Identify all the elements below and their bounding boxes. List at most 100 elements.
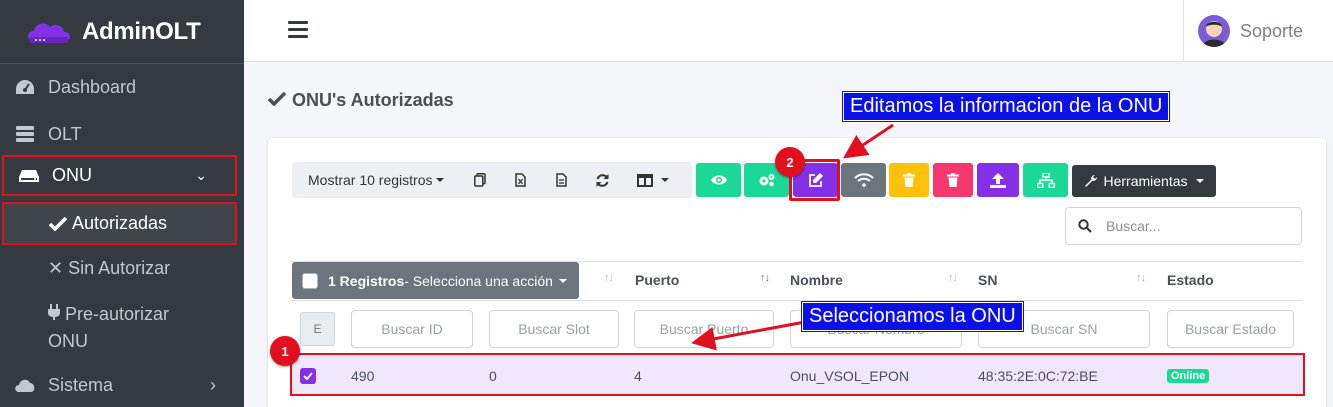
- wifi-button[interactable]: [841, 163, 886, 197]
- table-header-bottom-border: [292, 300, 1302, 301]
- user-name: Soporte: [1240, 20, 1304, 41]
- sidebar-subitem-sin-autorizar[interactable]: ✕ Sin Autorizar: [48, 258, 170, 279]
- times-icon: ✕: [48, 258, 64, 278]
- cell-slot: 0: [489, 368, 497, 384]
- sidebar-item-label: OLT: [48, 123, 82, 144]
- select-callout: Seleccionamos la ONU: [802, 302, 1023, 331]
- brand-name: AdminOLT: [82, 17, 201, 45]
- cogs-icon: [759, 174, 774, 187]
- select-all-checkbox[interactable]: [302, 272, 318, 289]
- sidebar-item-label: ONU: [52, 165, 92, 185]
- page-title: ONU's Autorizadas: [267, 90, 454, 111]
- step-2-marker: 2: [775, 147, 805, 177]
- sidebar-subitem-autorizadas[interactable]: Autorizadas: [2, 202, 237, 245]
- column-header-estado[interactable]: Estado: [1167, 272, 1214, 288]
- column-header-sn[interactable]: SN: [978, 272, 997, 288]
- chevron-right-icon: ›: [210, 374, 216, 395]
- sort-asc-icon[interactable]: ↑↓: [760, 272, 770, 284]
- check-icon: [267, 90, 287, 111]
- page-length-dropdown[interactable]: Mostrar 10 registros: [292, 172, 459, 188]
- sidebar-item-olt[interactable]: OLT: [0, 119, 244, 149]
- sort-icon[interactable]: ↑↓: [1136, 272, 1146, 284]
- cell-nombre: Onu_VSOL_EPON: [790, 368, 910, 384]
- column-header-nombre[interactable]: Nombre: [790, 272, 843, 288]
- sidebar-item-label: Sin Autorizar: [68, 258, 171, 278]
- status-badge: Online: [1167, 369, 1210, 383]
- excel-export-button[interactable]: [500, 162, 541, 198]
- sidebar-item-label: ONU: [48, 331, 88, 351]
- refresh-button[interactable]: [582, 162, 623, 198]
- user-menu[interactable]: Soporte: [1183, 0, 1333, 62]
- avatar: [1198, 15, 1230, 47]
- bulk-count: 1 Registros: [328, 272, 405, 289]
- server-icon: [12, 125, 38, 143]
- cell-sn: 48:35:2E:0C:72:BE: [978, 368, 1098, 384]
- delete-button-yellow[interactable]: [889, 163, 929, 197]
- column-header-puerto[interactable]: Puerto: [635, 272, 679, 288]
- filter-reset-button[interactable]: E: [300, 312, 335, 346]
- copy-button[interactable]: [459, 162, 500, 198]
- sidebar-item-label: Autorizadas: [72, 213, 168, 233]
- datatable-toolbar: Mostrar 10 registros: [292, 162, 692, 198]
- filter-estado-input[interactable]: [1167, 310, 1294, 348]
- upload-icon: [990, 172, 1006, 188]
- filter-puerto-input[interactable]: [634, 310, 774, 348]
- edit-callout: Editamos la informacion de la ONU: [843, 92, 1170, 121]
- sidebar-item-dashboard[interactable]: Dashboard: [0, 72, 244, 102]
- search-input[interactable]: [1106, 218, 1286, 234]
- sidebar-item-label: Pre-autorizar: [65, 304, 170, 324]
- dashboard-gauge-icon: [12, 78, 38, 96]
- sidebar-subitem-pre-autorizar[interactable]: Pre-autorizar ONU: [48, 301, 169, 355]
- delete-button-red[interactable]: [933, 163, 973, 197]
- sitemap-icon: [1036, 172, 1055, 188]
- step-1-marker: 1: [270, 336, 300, 366]
- filter-id-input[interactable]: [351, 310, 473, 348]
- caret-down-icon: [558, 278, 567, 283]
- page-title-text: ONU's Autorizadas: [292, 90, 454, 110]
- brand[interactable]: AdminOLT: [0, 0, 244, 64]
- upload-button[interactable]: [977, 163, 1019, 197]
- check-icon: [48, 216, 68, 231]
- columns-icon: [637, 173, 653, 187]
- eye-icon: [710, 175, 727, 185]
- sidebar-item-onu[interactable]: ONU ⌄: [2, 155, 237, 196]
- sidebar-item-label: Sistema: [48, 374, 114, 395]
- plug-icon: [48, 304, 65, 324]
- tools-label: Herramientas: [1103, 173, 1188, 189]
- filter-slot-input[interactable]: [489, 310, 619, 348]
- top-navbar: Soporte: [244, 0, 1333, 62]
- network-button[interactable]: [1023, 163, 1068, 197]
- wifi-icon: [853, 173, 874, 187]
- search-icon: [1078, 219, 1092, 233]
- caret-down-icon: [436, 178, 445, 182]
- view-button[interactable]: [696, 163, 741, 197]
- refresh-icon: [596, 173, 609, 187]
- file-excel-icon: [515, 173, 526, 187]
- sort-icon[interactable]: ↑↓: [948, 272, 958, 284]
- caret-down-icon: [1195, 179, 1204, 183]
- page-length-label: Mostrar 10 registros: [308, 172, 433, 188]
- cloud-icon: [12, 377, 38, 393]
- copy-icon: [473, 173, 486, 187]
- menu-toggle-icon[interactable]: [288, 21, 308, 39]
- sidebar-item-sistema[interactable]: Sistema ›: [0, 370, 244, 400]
- wrench-icon: [1085, 175, 1098, 187]
- sidebar: AdminOLT Dashboard OLT ONU ⌄ Autorizadas…: [0, 0, 244, 407]
- column-visibility-button[interactable]: [623, 162, 683, 198]
- sort-icon[interactable]: ↑↓: [604, 272, 614, 284]
- bulk-action-dropdown[interactable]: 1 Registros - Selecciona una acción: [292, 262, 579, 299]
- tools-dropdown-button[interactable]: Herramientas: [1072, 165, 1216, 197]
- hdd-icon: [16, 169, 42, 183]
- bulk-action-label: - Selecciona una acción: [404, 272, 553, 289]
- cloud-logo-icon: [24, 17, 76, 47]
- cell-puerto: 4: [634, 368, 642, 384]
- check-icon: [303, 372, 313, 380]
- row-checkbox[interactable]: [300, 368, 316, 384]
- chevron-down-icon: ⌄: [195, 167, 207, 183]
- cell-id: 490: [351, 368, 375, 384]
- trash-icon: [947, 173, 959, 187]
- pdf-export-button[interactable]: [541, 162, 582, 198]
- caret-down-icon: [661, 178, 669, 182]
- search-box: [1065, 207, 1302, 245]
- trash-icon: [903, 173, 915, 187]
